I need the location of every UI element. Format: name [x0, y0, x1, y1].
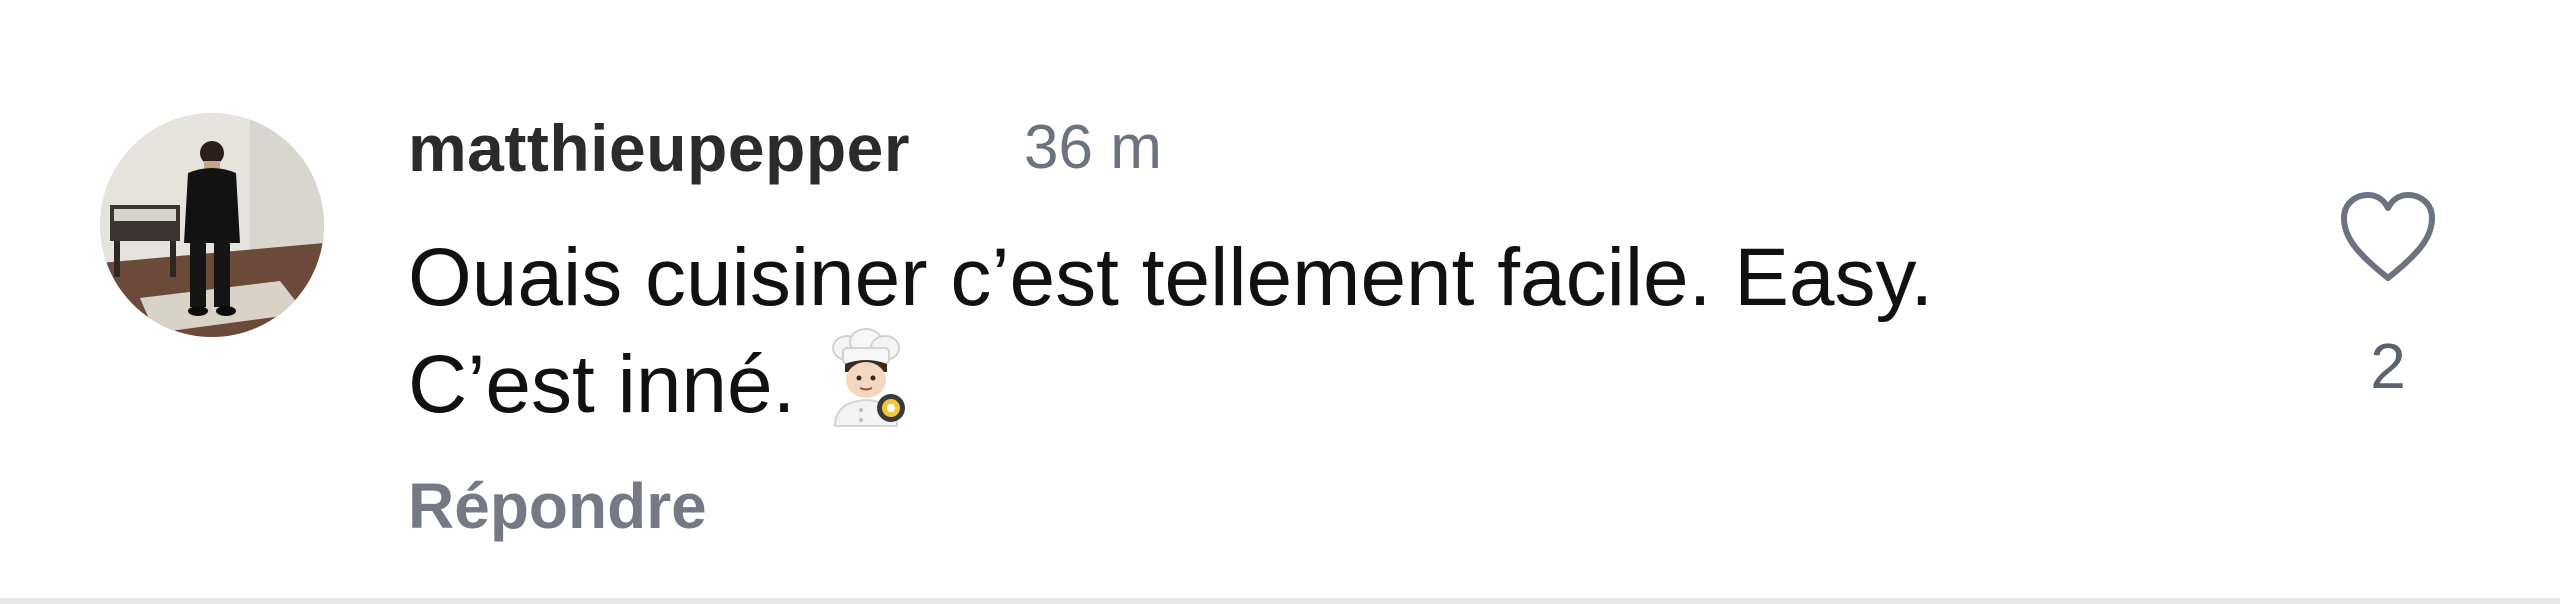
comment-author[interactable]: matthieupepper [408, 108, 910, 188]
reply-button[interactable]: Répondre [408, 466, 707, 546]
comment-text: Ouais cuisiner c’est tellement facile. E… [408, 228, 2128, 435]
comment-timestamp: 36 m [1024, 113, 1162, 182]
heart-outline-icon [2341, 192, 2435, 281]
chef-emoji-icon [821, 328, 911, 428]
like-button[interactable] [2338, 190, 2438, 286]
comment-text-line-2-wrapper: C’est inné. [408, 328, 2128, 435]
divider [0, 598, 2560, 604]
comment-item: matthieupepper 36 m Ouais cuisiner c’est… [0, 0, 2560, 604]
like-count: 2 [2370, 330, 2406, 402]
avatar[interactable] [100, 113, 324, 337]
comment-text-line-1: Ouais cuisiner c’est tellement facile. E… [408, 232, 1934, 323]
comment-text-line-2: C’est inné. [408, 339, 796, 430]
